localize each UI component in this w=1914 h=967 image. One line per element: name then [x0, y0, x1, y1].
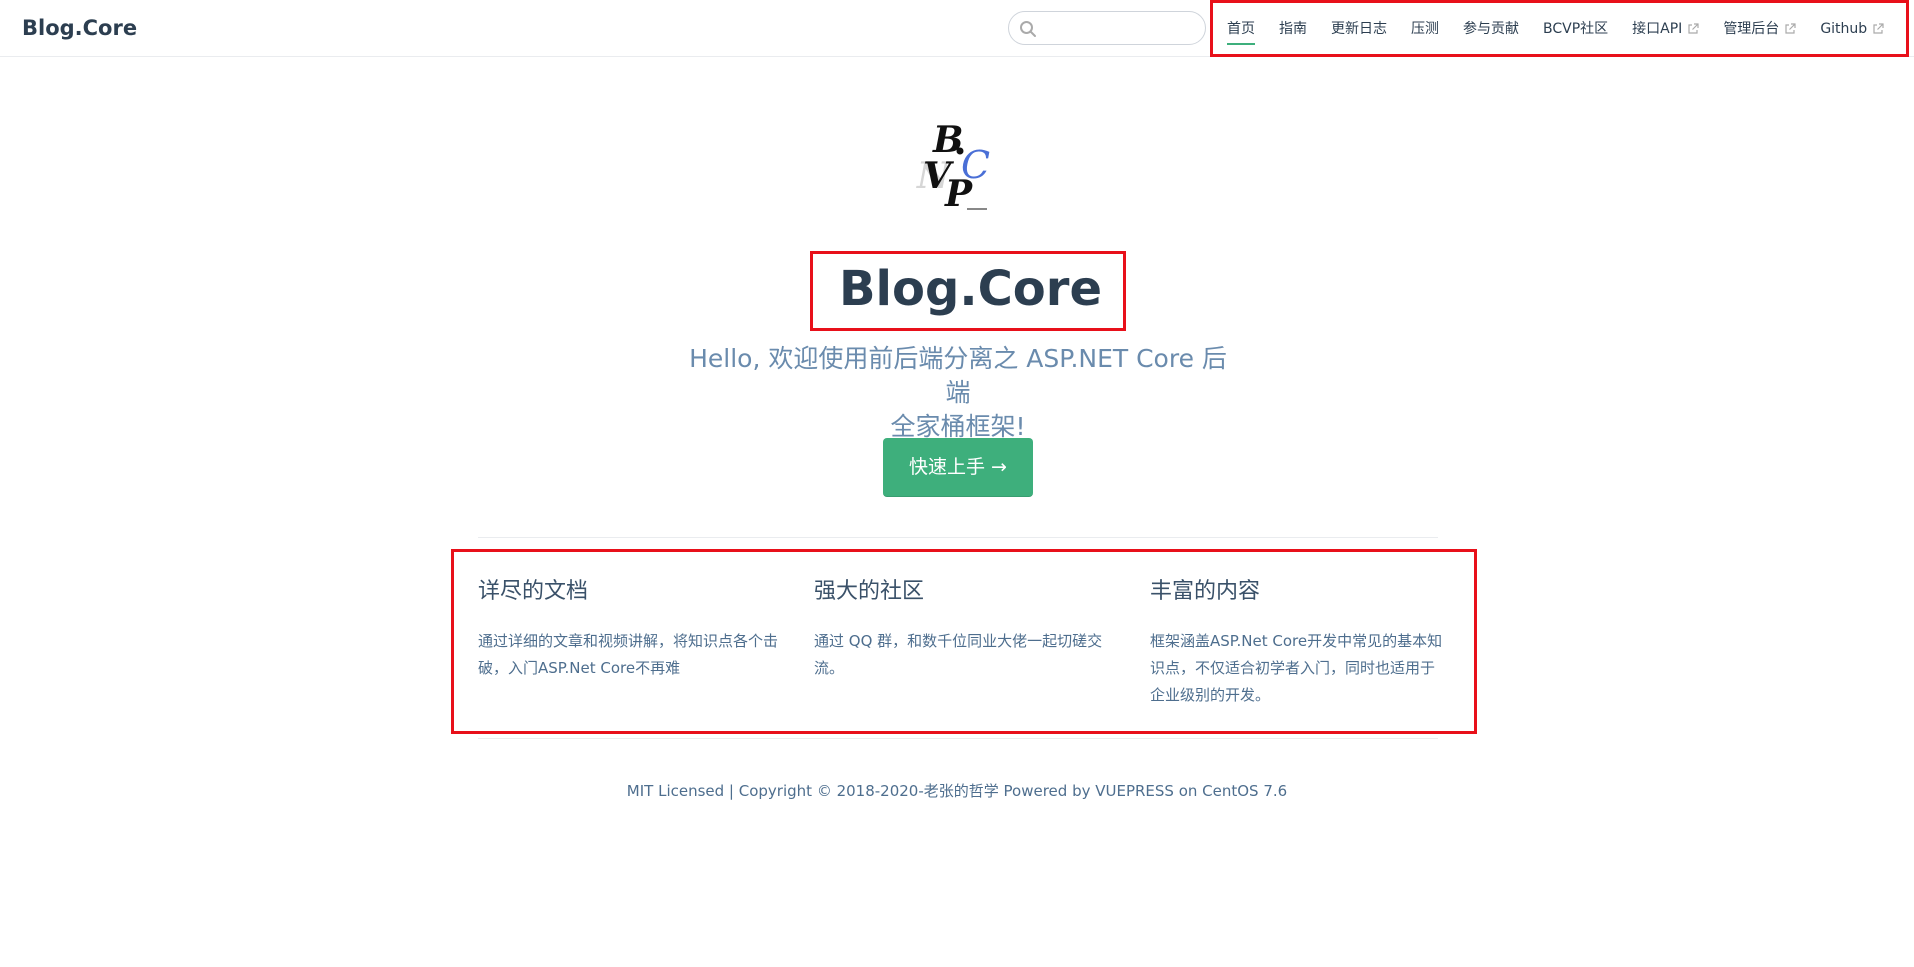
nav-item-contribute[interactable]: 参与贡献 — [1463, 19, 1519, 39]
nav-item-label: 指南 — [1279, 20, 1307, 37]
nav-item-label: 首页 — [1227, 20, 1255, 37]
nav-item-label: 更新日志 — [1331, 20, 1387, 37]
footer: MIT Licensed | Copyright © 2018-2020-老张的… — [626, 782, 1288, 800]
feature-title: 详尽的文档 — [478, 579, 589, 604]
feature-docs: 详尽的文档 通过详细的文章和视频讲解，将知识点各个击破，入门ASP.Net Co… — [478, 576, 778, 682]
feature-content: 丰富的内容 框架涵盖ASP.Net Core开发中常见的基本知识点，不仅适合初学… — [1150, 576, 1445, 709]
bcvp-logo-icon: B C N V P — [916, 119, 990, 212]
hero-title: Blog.Core — [838, 261, 1103, 317]
feature-details: 框架涵盖ASP.Net Core开发中常见的基本知识点，不仅适合初学者入门，同时… — [1150, 632, 1443, 704]
search-box[interactable] — [1008, 11, 1206, 45]
feature-details: 通过详细的文章和视频讲解，将知识点各个击破，入门ASP.Net Core不再难 — [478, 632, 779, 677]
search-input[interactable] — [1043, 16, 1198, 40]
nav-item-changelog[interactable]: 更新日志 — [1331, 19, 1387, 39]
feature-community: 强大的社区 通过 QQ 群，和数千位同业大佬一起切磋交流。 — [814, 576, 1114, 682]
nav-item-guide[interactable]: 指南 — [1279, 19, 1307, 39]
feature-title: 强大的社区 — [814, 579, 925, 604]
feature-details: 通过 QQ 群，和数千位同业大佬一起切磋交流。 — [814, 632, 1103, 677]
nav-item-label: 管理后台 — [1723, 20, 1780, 37]
external-link-icon — [1785, 22, 1796, 34]
get-started-button[interactable]: 快速上手 → — [883, 438, 1033, 497]
nav-item-bcvp-community[interactable]: BCVP社区 — [1543, 19, 1608, 39]
feature-title: 丰富的内容 — [1150, 579, 1261, 604]
site-name-link[interactable]: Blog.Core — [22, 15, 137, 41]
external-link-icon — [1873, 22, 1884, 34]
divider — [478, 738, 1438, 739]
hero-description: Hello, 欢迎使用前后端分离之 ASP.NET Core 后端 全家桶框架! — [680, 342, 1236, 444]
nav-item-stress-test[interactable]: 压测 — [1411, 19, 1439, 39]
nav-item-label: Github — [1820, 20, 1868, 37]
nav-item-api[interactable]: 接口API — [1632, 19, 1699, 39]
nav-item-home[interactable]: 首页 — [1227, 19, 1255, 45]
search-icon — [1020, 21, 1036, 37]
hero-description-line: Hello, 欢迎使用前后端分离之 ASP.NET Core 后端 — [689, 344, 1227, 407]
external-link-icon — [1688, 22, 1699, 34]
svg-text:P: P — [944, 173, 973, 212]
nav-item-label: BCVP社区 — [1543, 20, 1609, 37]
nav-item-github[interactable]: Github — [1820, 19, 1884, 39]
divider — [478, 537, 1438, 538]
nav-item-label: 接口API — [1632, 20, 1683, 37]
nav-item-label: 参与贡献 — [1463, 20, 1519, 37]
navbar: Blog.Core 首页 指南 更新日志 压测 参与贡献 BCVP社区 接口AP… — [0, 0, 1914, 57]
nav-item-label: 压测 — [1411, 20, 1439, 37]
nav-links: 首页 指南 更新日志 压测 参与贡献 BCVP社区 接口API 管理后台 Git… — [1210, 0, 1909, 57]
nav-item-admin[interactable]: 管理后台 — [1723, 19, 1796, 39]
